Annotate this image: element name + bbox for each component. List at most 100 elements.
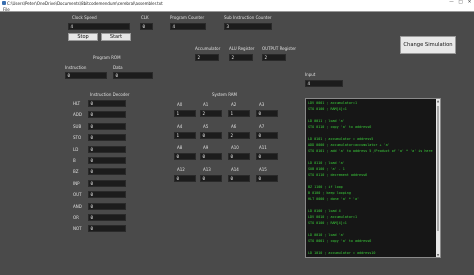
decoder-field-sto: 0	[88, 134, 126, 142]
decoder-label-sub: SUB	[73, 123, 82, 129]
clk-field: 0	[140, 23, 153, 30]
ram-label-a1: A1	[203, 102, 209, 107]
ram-label-a3: A3	[259, 102, 265, 107]
output-register-field: 2	[262, 54, 286, 61]
ram-label-a4: A4	[177, 124, 183, 129]
ram-label-a10: A10	[231, 145, 239, 150]
ram-field-a2: 1	[228, 110, 250, 117]
ram-field-a13: 0	[200, 175, 222, 182]
decoder-field-inp: 0	[88, 179, 126, 187]
decoder-label-or: OR	[73, 215, 79, 220]
alu-register-field: 2	[229, 54, 253, 61]
decoder-label-hlt: HLT	[73, 101, 81, 106]
input-label: Input	[305, 72, 316, 77]
console-line: STO 0110 ; copy 'a' to address6	[308, 125, 372, 129]
decoder-field-sub: 0	[88, 122, 126, 130]
instruction-field: 0	[65, 72, 107, 79]
decoder-field-add: 0	[88, 111, 126, 119]
console-line: STO 0110 ; decrement address6	[308, 173, 368, 177]
scrollbar-thumb[interactable]	[436, 106, 440, 231]
menu-bar: File	[0, 6, 474, 12]
decoder-label-bz: BZ	[73, 169, 79, 175]
ram-field-a3: 0	[256, 110, 278, 117]
ram-label-a0: A0	[177, 102, 183, 107]
console-line: LD 0110 ; load 'a'	[308, 161, 345, 165]
sub-instruction-counter-label: Sub Instruction Counter	[224, 15, 272, 20]
decoder-field-bz: 0	[88, 168, 126, 176]
ram-label-a9: A9	[203, 145, 209, 150]
ram-field-a5: 0	[200, 132, 222, 139]
console-line: HLT 0000 ; done 'a' * 'a'	[308, 197, 360, 201]
decoder-label-inp: INP	[73, 180, 80, 186]
accumulator-field: 2	[195, 54, 219, 61]
decoder-label-not: NOT	[73, 226, 82, 232]
console-line: STO 0100 ; RAM[4]=1	[308, 107, 347, 111]
ram-label-a6: A6	[231, 124, 237, 129]
ram-field-a6: 2	[228, 132, 250, 139]
console-scrollbar[interactable]: ▲ ▼	[436, 99, 440, 257]
instruction-decoder-title: Instruction Decoder	[90, 92, 130, 97]
decoder-field-hlt: 0	[88, 100, 126, 107]
ram-label-a8: A8	[177, 145, 183, 150]
ram-field-a9: 0	[200, 153, 222, 160]
clk-label: CLK	[141, 15, 149, 20]
input-field[interactable]: 4	[305, 80, 343, 87]
console-output[interactable]: LDV 0001 ; accumulator=1 STO 0100 ; RAM[4…	[305, 98, 441, 258]
decoder-field-ld: 0	[88, 145, 126, 153]
instruction-label: Instruction	[65, 65, 87, 70]
ram-label-a2: A2	[231, 102, 237, 107]
console-line: ADD 0000 ; accumulator=accumulator + 'a'	[308, 143, 390, 147]
ram-field-a8: 0	[174, 153, 196, 160]
decoder-label-b: B	[73, 158, 76, 163]
data-label: Data	[113, 65, 123, 70]
decoder-label-out: OUT	[73, 192, 82, 198]
change-simulation-button[interactable]: Change Simulation	[400, 36, 456, 54]
scroll-up-arrow-icon[interactable]: ▲	[436, 99, 440, 103]
ram-label-a12: A12	[177, 167, 185, 172]
ram-label-a13: A13	[203, 167, 211, 172]
ram-label-a14: A14	[231, 167, 239, 172]
console-line: LD 0100 ; load 4	[308, 209, 341, 213]
ram-field-a15: 0	[256, 175, 278, 182]
program-counter-field: 4	[170, 23, 206, 30]
console-line: LD 1010 ; accumulator = address10	[308, 251, 376, 255]
console-line: LDV 0001 ; accumulator=1	[308, 101, 357, 105]
start-button[interactable]: Start	[101, 33, 131, 41]
console-line: SUB 0100 ; 'a' - 1	[308, 167, 345, 171]
sub-instruction-counter-field: 3	[224, 23, 272, 30]
menu-file[interactable]: File	[3, 7, 10, 12]
clock-speed-label: Clock Speed	[72, 15, 97, 20]
ram-field-a14: 0	[228, 175, 250, 182]
output-register-label: OUTPUT Register	[262, 46, 297, 51]
console-line: B 0100 ; keep looping	[308, 191, 351, 195]
ram-field-a10: 0	[228, 153, 250, 160]
ram-field-a4: 1	[174, 132, 196, 139]
ram-field-a7: 0	[256, 132, 278, 139]
decoder-field-out: 0	[88, 191, 126, 199]
scroll-down-arrow-icon[interactable]: ▼	[436, 253, 440, 257]
ram-label-a5: A5	[203, 124, 209, 129]
clock-speed-field[interactable]: 4	[68, 23, 130, 30]
decoder-field-or: 0	[88, 214, 126, 221]
alu-register-label: ALU Register	[229, 46, 255, 51]
console-line: LD 0011 ; load 'a'	[308, 119, 345, 123]
decoder-label-add: ADD	[73, 112, 82, 118]
system-ram-title: System RAM	[212, 92, 237, 97]
stop-button[interactable]: Stop	[68, 33, 98, 41]
decoder-label-sto: STO	[73, 135, 82, 141]
console-line: STO 0101 ; add 'a' to address 5 /Product…	[308, 149, 433, 153]
program-rom-title: Program ROM	[93, 55, 121, 60]
app-icon	[1, 1, 6, 5]
accumulator-label: Accumulator	[195, 46, 221, 51]
decoder-label-ld: LD	[73, 146, 79, 152]
program-counter-label: Program Counter	[170, 15, 205, 20]
console-line: LD 0101 ; accumulator = address5	[308, 137, 374, 141]
ram-label-a15: A15	[259, 167, 267, 172]
ram-field-a11: 0	[256, 153, 278, 160]
ram-field-a12: 0	[174, 175, 196, 182]
console-line: BZ 1100 ; if loop	[308, 185, 343, 189]
decoder-label-and: AND	[73, 203, 82, 209]
console-line: LDV 0010 ; accumulator=1	[308, 215, 357, 219]
decoder-field-and: 0	[88, 202, 126, 210]
ram-label-a7: A7	[259, 124, 265, 129]
